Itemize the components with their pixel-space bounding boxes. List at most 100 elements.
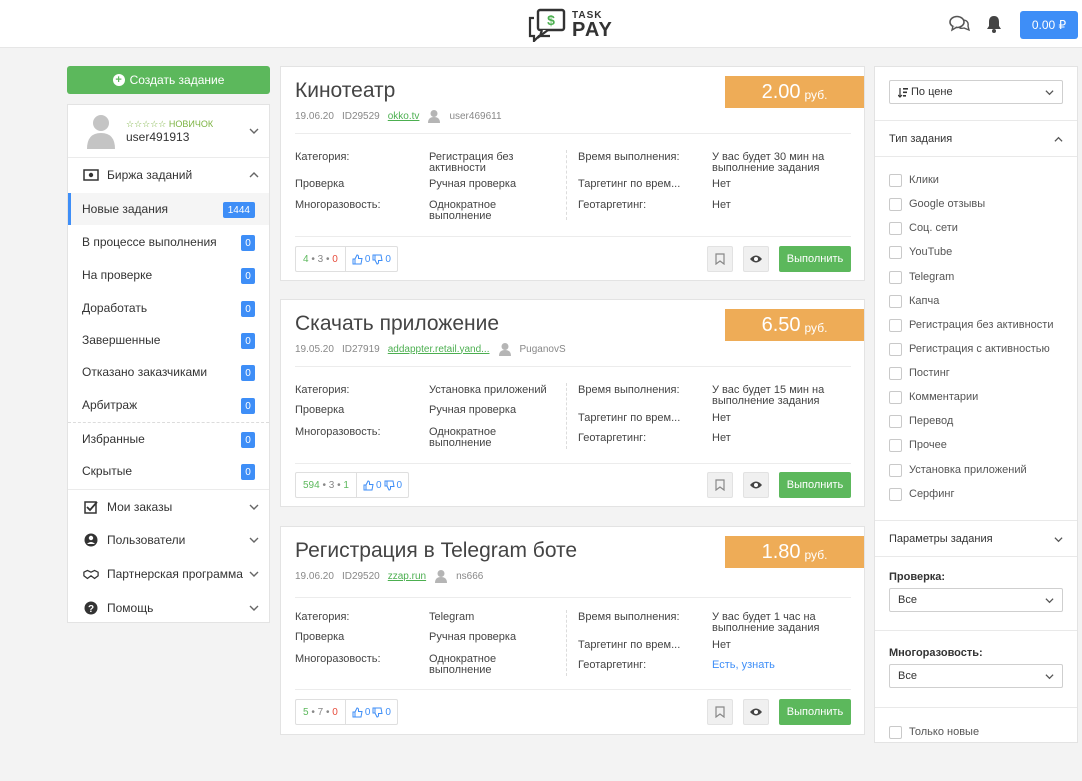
checkbox[interactable] [889,390,902,404]
nav-on-review[interactable]: На проверке 0 [68,259,269,291]
checkbox[interactable] [889,221,902,235]
task-card: Скачать приложение 6.50 руб. 19.05.20 ID… [280,299,865,507]
nav-in-progress[interactable]: В процессе выполнения 0 [68,226,269,258]
task-site-link[interactable]: addappter.retail.yand... [388,344,490,355]
filter-surfing[interactable]: Серфинг [889,486,954,502]
users-section[interactable]: Пользователи [68,523,269,557]
multi-label: Многоразовость: [295,199,381,211]
price-currency: руб. [804,320,828,335]
filter-translation[interactable]: Перевод [889,413,953,429]
exchange-section[interactable]: Биржа заданий [68,157,269,191]
geo-label: Геотаргетинг: [578,659,647,671]
check-select[interactable]: Все [889,588,1063,612]
checkbox[interactable] [889,294,902,308]
view-button[interactable] [743,472,769,498]
task-type-header[interactable]: Тип задания [875,120,1077,156]
task-title[interactable]: Скачать приложение [295,312,499,336]
multi-select[interactable]: Все [889,664,1063,688]
nav-hidden[interactable]: Скрытые 0 [68,455,269,487]
thumbs-down-icon[interactable] [372,254,383,265]
sort-amount-icon [898,87,908,98]
filter-social[interactable]: Соц. сети [889,220,958,236]
checkbox[interactable] [889,487,902,501]
checkbox[interactable] [889,318,902,332]
filter-clicks[interactable]: Клики [889,172,939,188]
task-author[interactable]: ns666 [456,571,483,582]
checkbox[interactable] [889,342,902,356]
nav-rework[interactable]: Доработать 0 [68,292,269,324]
filter-only-new[interactable]: Только новые [889,724,979,740]
checkbox[interactable] [889,270,902,284]
sort-select[interactable]: По цене [889,80,1063,104]
filter-app-install[interactable]: Установка приложений [889,462,1027,478]
checkbox[interactable] [889,414,902,428]
filter-comments[interactable]: Комментарии [889,389,978,405]
chevron-down-icon[interactable] [249,535,259,545]
filter-label: Клики [909,174,939,186]
thumbs-up-icon[interactable] [352,706,363,718]
chat-icon[interactable] [948,14,970,34]
nav-favorites[interactable]: Избранные 0 [68,423,269,455]
geo-value-link[interactable]: Есть, узнать [712,660,775,671]
chevron-down-icon[interactable] [249,603,259,613]
filter-other[interactable]: Прочее [889,437,947,453]
task-params-header[interactable]: Параметры задания [875,520,1077,556]
chevron-down-icon[interactable] [249,569,259,579]
create-task-button[interactable]: + Создать задание [67,66,270,94]
task-site-link[interactable]: okko.tv [388,111,420,122]
logo[interactable]: $ TASK PAY [528,8,618,42]
checkbox[interactable] [889,438,902,452]
execute-button[interactable]: Выполнить [779,699,851,725]
task-title[interactable]: Регистрация в Telegram боте [295,539,577,563]
nav-new-tasks[interactable]: Новые задания 1444 [68,193,269,225]
filter-reg-no-activity[interactable]: Регистрация без активности [889,317,1053,333]
chevron-down-icon[interactable] [249,502,259,512]
filter-telegram[interactable]: Telegram [889,269,954,285]
thumbs-up-icon[interactable] [363,479,374,491]
time-targeting-label: Таргетинг по врем... [578,178,681,190]
task-author[interactable]: PuganovS [520,344,566,355]
filter-youtube[interactable]: YouTube [889,244,952,260]
chevron-up-icon[interactable] [249,170,259,180]
bookmark-button[interactable] [707,246,733,272]
view-button[interactable] [743,246,769,272]
checkbox[interactable] [889,725,902,739]
likes-count: 0 [364,706,371,718]
help-section[interactable]: ? Помощь [68,591,269,625]
execute-button[interactable]: Выполнить [779,472,851,498]
multi-label: Многоразовость: [295,653,381,665]
checkbox[interactable] [889,245,902,259]
task-site-link[interactable]: zzap.run [388,571,426,582]
checkbox[interactable] [889,173,902,187]
bell-icon[interactable] [984,14,1004,34]
bookmark-button[interactable] [707,472,733,498]
balance-button[interactable]: 0.00 ₽ [1020,11,1078,39]
filter-posting[interactable]: Постинг [889,365,950,381]
task-author[interactable]: user469611 [449,111,501,122]
thumbs-down-icon[interactable] [372,707,383,718]
nav-completed[interactable]: Завершенные 0 [68,324,269,356]
filter-captcha[interactable]: Капча [889,293,939,309]
checkbox[interactable] [889,197,902,211]
chevron-down-icon[interactable] [249,126,259,136]
thumbs-up-icon[interactable] [352,253,363,265]
thumbs-down-icon[interactable] [384,480,395,491]
nav-arbitration[interactable]: Арбитраж 0 [68,389,269,421]
divider [295,597,851,598]
view-button[interactable] [743,699,769,725]
my-orders-section[interactable]: Мои заказы [68,489,269,523]
chevron-up-icon [1054,136,1063,142]
checkbox[interactable] [889,366,902,380]
nav-label: Отказано заказчиками [82,365,208,379]
filter-label: Регистрация без активности [909,319,1054,331]
bookmark-button[interactable] [707,699,733,725]
user-profile[interactable]: ☆☆☆☆☆ НОВИЧОК user491913 [68,105,269,157]
filter-reg-activity[interactable]: Регистрация с активностью [889,341,1050,357]
task-title[interactable]: Кинотеатр [295,79,395,103]
help-label: Помощь [107,601,154,615]
checkbox[interactable] [889,463,902,477]
partner-section[interactable]: Партнерская программа [68,557,269,591]
nav-rejected[interactable]: Отказано заказчиками 0 [68,356,269,388]
filter-google-reviews[interactable]: Google отзывы [889,196,985,212]
execute-button[interactable]: Выполнить [779,246,851,272]
